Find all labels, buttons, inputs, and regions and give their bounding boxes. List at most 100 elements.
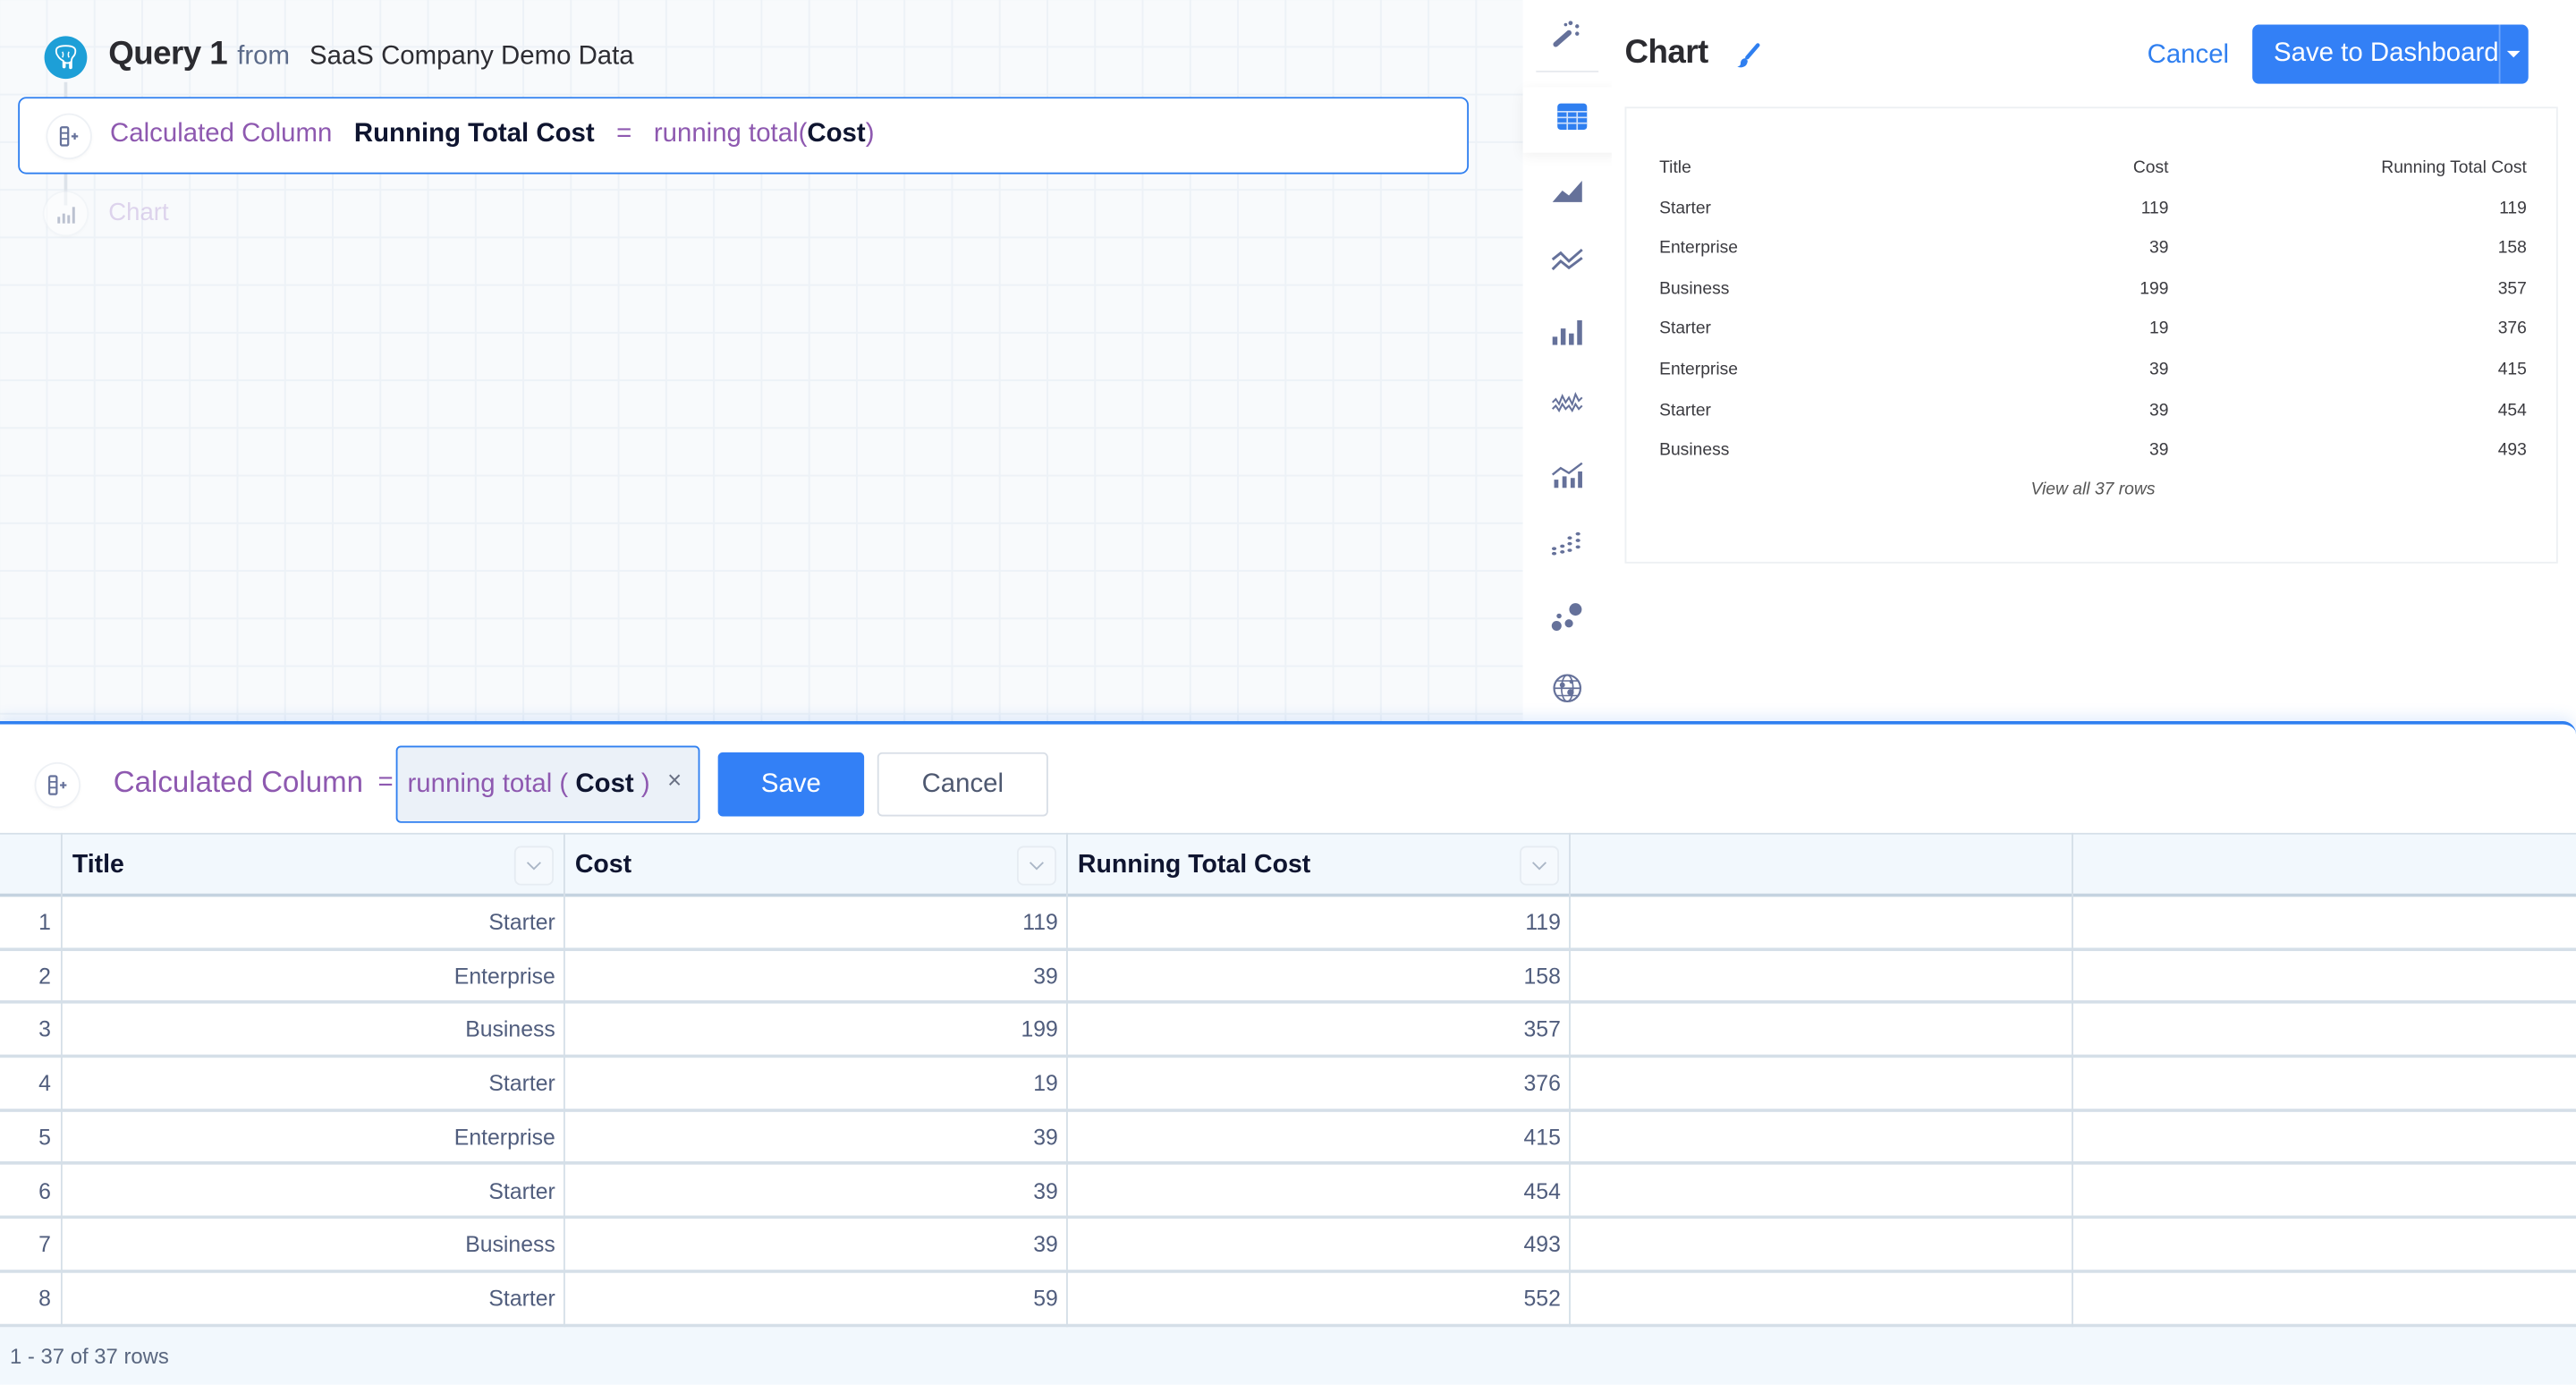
formula-input[interactable]: running total ( Cost ) ×: [395, 745, 700, 823]
formula-arg[interactable]: Cost: [575, 769, 633, 799]
preview-cell-title: Business: [1659, 440, 1730, 461]
table-row[interactable]: 6 Starter 39 454: [0, 1165, 2576, 1219]
chart-title[interactable]: Chart: [1625, 35, 1709, 72]
clear-formula-icon[interactable]: ×: [667, 767, 682, 794]
cell-title[interactable]: Starter: [63, 1273, 565, 1324]
cell-title[interactable]: Enterprise: [63, 950, 565, 1001]
chart-type-scatter[interactable]: [1523, 515, 1612, 581]
query-canvas: Query 1 from SaaS Company Demo Data Calc…: [0, 0, 1523, 723]
chevron-down-icon[interactable]: [1016, 845, 1057, 886]
table-row[interactable]: 7 Business 39 493: [0, 1219, 2576, 1273]
caret-down-icon[interactable]: [2500, 49, 2529, 59]
preview-cell-cost: 39: [2149, 238, 2169, 259]
cell-cost[interactable]: 39: [565, 1166, 1068, 1217]
preview-cell-title: Enterprise: [1659, 360, 1739, 380]
paintbrush-icon[interactable]: [1735, 43, 1761, 78]
chart-type-line[interactable]: [1523, 230, 1612, 295]
globe-icon: [1551, 671, 1584, 712]
add-column-icon: [36, 763, 80, 807]
calculated-column-step[interactable]: Calculated Column Running Total Cost = r…: [18, 97, 1470, 174]
column-header-running-total[interactable]: Running Total Cost: [1068, 835, 1571, 896]
preview-header-cost: Cost: [2132, 157, 2169, 178]
chart-type-bubble[interactable]: [1523, 588, 1612, 653]
function-name: running total: [653, 120, 799, 149]
cell-running-total[interactable]: 415: [1068, 1112, 1571, 1163]
chart-type-sparkline[interactable]: [1523, 373, 1612, 438]
chart-type-auto[interactable]: [1523, 4, 1612, 69]
postgres-elephant-icon[interactable]: [44, 36, 88, 80]
data-source-name[interactable]: SaaS Company Demo Data: [309, 43, 634, 72]
cell-running-total[interactable]: 493: [1068, 1219, 1571, 1270]
cell-title[interactable]: Starter: [63, 1058, 565, 1109]
cancel-button[interactable]: Cancel: [877, 752, 1048, 817]
column-header-empty: [2073, 835, 2576, 896]
row-number: 8: [38, 1286, 51, 1311]
chart-type-area[interactable]: [1523, 159, 1612, 225]
cell-cost[interactable]: 199: [565, 1004, 1068, 1055]
cell-title[interactable]: Business: [63, 1219, 565, 1270]
scatter-icon: [1551, 530, 1584, 567]
chart-type-table[interactable]: [1522, 87, 1622, 153]
table-row[interactable]: 5 Enterprise 39 415: [0, 1111, 2576, 1166]
save-button[interactable]: Save: [717, 752, 865, 817]
preview-cell-running-total: 376: [2497, 319, 2527, 339]
calculated-column-summary: Calculated Column Running Total Cost = r…: [110, 120, 874, 149]
cell-title[interactable]: Starter: [63, 896, 565, 947]
cell-cost[interactable]: 59: [565, 1273, 1068, 1324]
preview-row: Starter 19 376: [1659, 319, 2527, 360]
cell-cost[interactable]: 119: [565, 896, 1068, 947]
cell-running-total[interactable]: 119: [1068, 896, 1571, 947]
cell-title[interactable]: Starter: [63, 1166, 565, 1217]
cell-running-total[interactable]: 552: [1068, 1273, 1571, 1324]
cell-running-total[interactable]: 158: [1068, 950, 1571, 1001]
step-editor-panel: Calculated Column = running total ( Cost…: [0, 720, 2576, 1385]
save-to-dashboard-button[interactable]: Save to Dashboard: [2252, 24, 2529, 84]
chart-type-bar[interactable]: [1523, 302, 1612, 368]
formula-open-paren: (: [559, 769, 569, 798]
cell-cost[interactable]: 39: [565, 950, 1068, 1001]
preview-row: Starter 39 454: [1659, 400, 2527, 440]
cell-cost[interactable]: 39: [565, 1219, 1068, 1270]
grid-divider: [60, 832, 63, 1328]
equals-sign: =: [616, 120, 632, 149]
column-name: Running Total Cost: [353, 120, 595, 149]
row-number: 5: [38, 1125, 51, 1150]
view-all-rows-link[interactable]: View all 37 rows: [1626, 480, 2559, 499]
chevron-down-icon[interactable]: [513, 845, 554, 886]
preview-header-title: Title: [1659, 157, 1691, 178]
area-chart-icon: [1551, 174, 1584, 211]
cell-running-total[interactable]: 376: [1068, 1058, 1571, 1109]
column-header-label: Cost: [574, 850, 632, 879]
close-paren: ): [865, 120, 875, 149]
cell-running-total[interactable]: 454: [1068, 1166, 1571, 1217]
preview-table: Title Cost Running Total Cost Starter 119…: [1659, 157, 2527, 480]
bar-chart-icon: [1551, 316, 1584, 353]
cell-running-total[interactable]: 357: [1068, 1004, 1571, 1055]
table-row[interactable]: 3 Business 199 357: [0, 1004, 2576, 1058]
sparkline-icon: [1551, 388, 1584, 423]
chart-type-combo[interactable]: [1523, 446, 1612, 511]
line-chart-icon: [1551, 244, 1584, 282]
table-row[interactable]: 8 Starter 59 552: [0, 1272, 2576, 1327]
table-row[interactable]: 4 Starter 19 376: [0, 1058, 2576, 1112]
table-row[interactable]: 1 Starter 119 119: [0, 896, 2576, 951]
preview-cell-running-total: 493: [2497, 440, 2527, 461]
column-header-title[interactable]: Title: [63, 835, 565, 896]
step-type-label: Calculated Column: [110, 120, 333, 149]
row-count-footer: 1 - 37 of 37 rows: [0, 1327, 2576, 1385]
chevron-down-icon[interactable]: [1519, 845, 1560, 886]
editor-equals: =: [377, 769, 394, 797]
table-icon: [1555, 101, 1589, 139]
formula-bar: Calculated Column = running total ( Cost…: [0, 725, 2576, 833]
cell-title[interactable]: Business: [63, 1004, 565, 1055]
query-title[interactable]: Query 1: [108, 36, 228, 73]
cell-cost[interactable]: 19: [565, 1058, 1068, 1109]
column-header-label: Running Total Cost: [1077, 850, 1311, 879]
table-row[interactable]: 2 Enterprise 39 158: [0, 950, 2576, 1005]
cell-title[interactable]: Enterprise: [63, 1112, 565, 1163]
cell-cost[interactable]: 39: [565, 1112, 1068, 1163]
formula-close-paren: ): [640, 769, 650, 798]
chart-type-map[interactable]: [1523, 659, 1612, 724]
column-header-cost[interactable]: Cost: [565, 835, 1068, 896]
cancel-link[interactable]: Cancel: [2148, 41, 2229, 71]
